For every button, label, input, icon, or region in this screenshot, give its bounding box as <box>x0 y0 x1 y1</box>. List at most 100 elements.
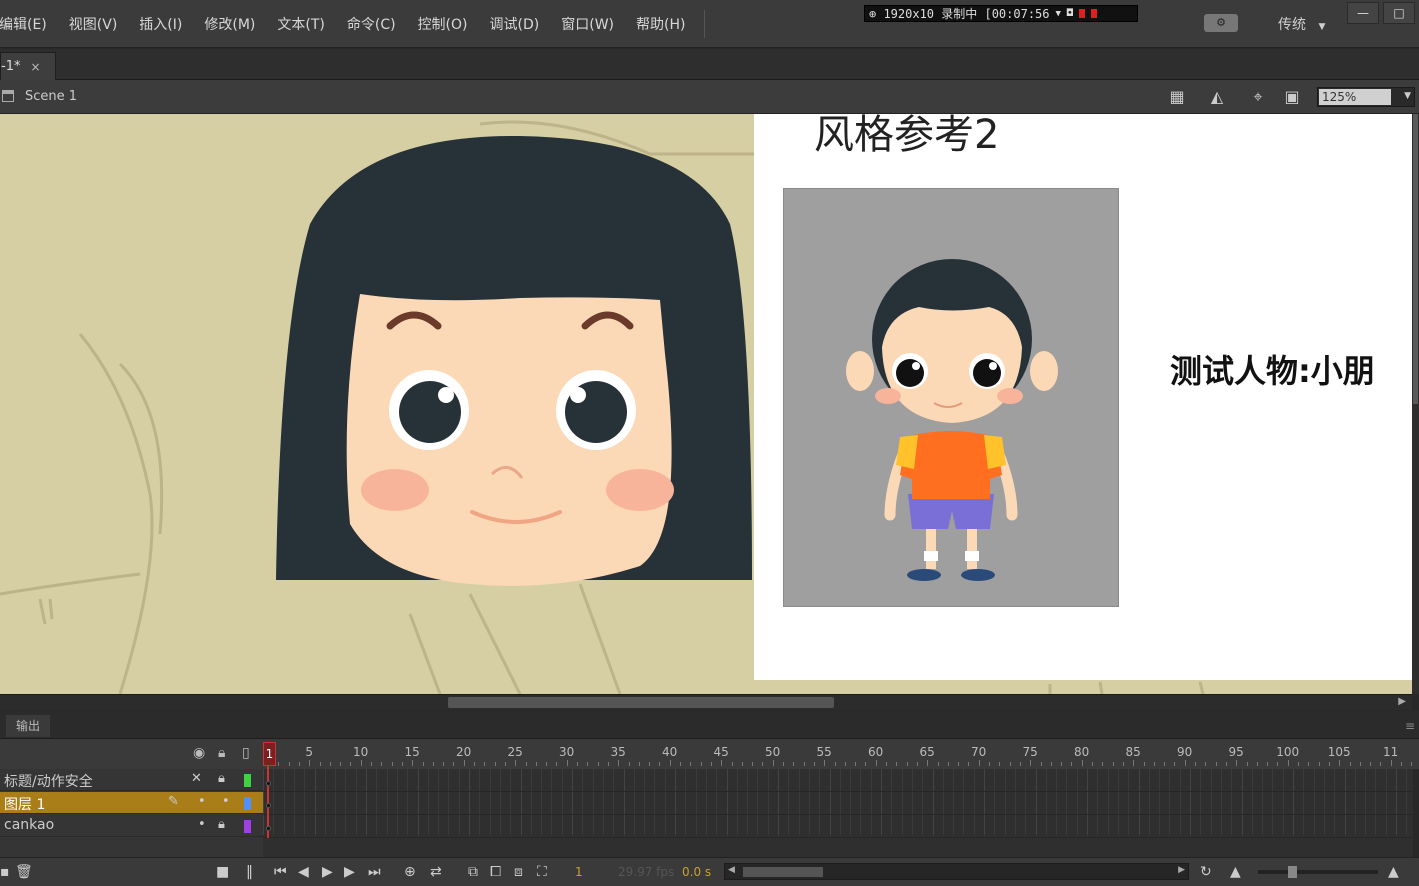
scroll-right-icon[interactable]: ▶ <box>1398 696 1406 707</box>
menu-view[interactable]: 视图(V) <box>58 14 129 34</box>
keyframe[interactable] <box>266 803 271 808</box>
menu-control[interactable]: 控制(O) <box>407 14 479 34</box>
frame-cell-divider <box>829 769 831 835</box>
zoom-in-mountain-icon[interactable]: ▲ <box>1388 864 1399 880</box>
outline-icon[interactable]: ▯ <box>242 745 250 761</box>
frame-cell-divider <box>551 769 553 835</box>
menu-text[interactable]: 文本(T) <box>266 14 335 34</box>
minimize-button[interactable]: — <box>1347 2 1379 24</box>
timeline-ruler[interactable]: 5 10 15 20 25 30 35 40 45 50 55 60 65 70 75 80 85 90 95 100… <box>263 739 1419 769</box>
timeline-frames[interactable] <box>263 769 1413 857</box>
menu-debug[interactable]: 调试(D) <box>479 14 551 34</box>
scrollbar-thumb[interactable] <box>743 867 823 877</box>
reference-panel[interactable]: 风格参考2 测试人物:小朋 <box>754 114 1412 680</box>
close-icon[interactable]: × <box>30 60 40 74</box>
chevron-down-icon[interactable]: ▼ <box>1404 91 1411 101</box>
go-to-first-frame-icon[interactable]: ⏮︎ <box>274 864 287 880</box>
timeline-horizontal-scrollbar[interactable]: ◀ ▶ <box>724 863 1189 880</box>
ruler-number: 25 <box>507 745 523 759</box>
ruler-tick <box>896 762 898 766</box>
menu-edit[interactable]: 编辑(E) <box>0 14 58 34</box>
stage-canvas[interactable]: 风格参考2 测试人物:小朋 <box>0 114 1412 694</box>
keyframe[interactable] <box>266 826 271 831</box>
frame-cell-divider <box>541 769 543 835</box>
step-back-icon[interactable]: ◀ <box>298 864 309 880</box>
menu-insert[interactable]: 插入(I) <box>128 14 193 34</box>
center-frame-icon[interactable]: ⊕ <box>404 864 416 880</box>
menu-commands[interactable]: 命令(C) <box>336 14 407 34</box>
edit-multiple-frames-icon[interactable]: ⧈ <box>514 864 523 880</box>
visibility-dot-icon[interactable]: • <box>198 817 206 832</box>
frame-cell-divider <box>1210 769 1212 835</box>
document-tab[interactable]: -1* × <box>0 52 56 80</box>
layer-color-swatch[interactable] <box>244 774 251 787</box>
play-icon[interactable]: ▶ <box>322 864 333 880</box>
lock-icon[interactable]: 🔒︎ <box>218 771 225 786</box>
timeline-zoom-slider[interactable] <box>1258 866 1378 878</box>
ruler-tick <box>783 762 784 766</box>
frame-rate[interactable]: 29.97 fps <box>618 865 674 879</box>
scene-name[interactable]: Scene 1 <box>25 89 77 104</box>
elapsed-time[interactable]: 0.0 s <box>682 865 711 879</box>
frame-cell-divider <box>922 769 924 835</box>
edit-symbols-icon[interactable]: ◭ <box>1208 88 1226 106</box>
stop-record-icon[interactable] <box>1090 9 1097 18</box>
layer-row-layer-1[interactable]: 图层 1 ✎ • • <box>0 792 263 814</box>
workspace-settings-button[interactable]: ⚙ <box>1204 14 1238 32</box>
frame-cell-divider <box>366 769 367 835</box>
hidden-x-icon[interactable]: ✕ <box>191 771 202 786</box>
camera-icon[interactable]: ◘ <box>1067 8 1073 19</box>
center-stage-icon[interactable]: ⌖ <box>1249 88 1267 106</box>
layer-row-title-safe[interactable]: 标题/动作安全 ✕ 🔒︎ <box>0 769 263 791</box>
trash-icon[interactable]: 🗑︎ <box>15 864 33 880</box>
step-forward-icon[interactable]: ▶ <box>344 864 355 880</box>
layer-color-swatch[interactable] <box>244 797 251 810</box>
stage-horizontal-scrollbar[interactable]: ▶ <box>0 694 1412 710</box>
lock-icon[interactable]: 🔒︎ <box>218 817 225 832</box>
scrollbar-thumb[interactable] <box>448 697 834 708</box>
screen-recorder-bar[interactable]: ⊕ 1920x10 录制中 [00:07:56 ▼ ◘ <box>864 5 1138 22</box>
maximize-icon: □ <box>1393 6 1405 20</box>
ruler-tick <box>855 762 857 766</box>
zoom-out-mountain-icon[interactable]: ▲ <box>1230 864 1241 880</box>
ruler-tick <box>978 760 980 766</box>
go-to-last-frame-icon[interactable]: ⏭︎ <box>368 864 381 880</box>
visibility-dot-icon[interactable]: • <box>198 794 206 809</box>
menu-window[interactable]: 窗口(W) <box>550 14 625 34</box>
onion-skin-icon[interactable]: ⧉ <box>468 864 478 880</box>
zoom-value[interactable]: 125% <box>1319 89 1391 105</box>
refresh-icon[interactable]: ↻ <box>1200 864 1212 880</box>
menu-modify[interactable]: 修改(M) <box>193 14 266 34</box>
slider-knob[interactable] <box>1288 866 1297 878</box>
frame-cell-divider <box>1138 769 1140 835</box>
scrollbar-thumb[interactable] <box>1413 114 1418 404</box>
lock-icon[interactable]: 🔒︎ <box>218 745 225 761</box>
layer-row-cankao[interactable]: cankao • 🔒︎ <box>0 815 263 837</box>
panel-menu-icon[interactable]: ≡ <box>1405 719 1415 733</box>
camera-icon[interactable]: ■ <box>216 864 229 880</box>
ruler-tick <box>577 762 578 766</box>
scroll-left-icon[interactable]: ◀ <box>728 865 735 875</box>
tab-output[interactable]: 输出 <box>6 715 51 737</box>
layer-color-swatch[interactable] <box>244 820 251 833</box>
modify-onion-markers-icon[interactable]: ⛶ <box>537 864 547 880</box>
pause-icon[interactable]: ‖ <box>246 864 253 880</box>
maximize-button[interactable]: □ <box>1383 2 1415 24</box>
lock-dot-icon[interactable]: • <box>222 794 230 809</box>
clip-content-icon[interactable]: ▣ <box>1283 88 1301 106</box>
new-folder-icon[interactable]: ▪ <box>0 864 10 880</box>
dropdown-icon[interactable]: ▼ <box>1056 9 1061 19</box>
playhead[interactable]: 1 <box>263 742 276 766</box>
onion-skin-outlines-icon[interactable]: ⧠ <box>490 864 501 880</box>
scroll-right-icon[interactable]: ▶ <box>1178 865 1185 875</box>
menu-help[interactable]: 帮助(H) <box>625 14 696 34</box>
edit-scene-icon[interactable]: ▦ <box>1168 88 1186 106</box>
keyframe[interactable] <box>266 781 271 786</box>
workspace-switcher[interactable]: 传统 ▼ <box>1278 14 1325 34</box>
stage-vertical-scrollbar[interactable] <box>1412 114 1419 694</box>
current-frame[interactable]: 1 <box>575 865 583 879</box>
eye-icon[interactable]: ◉ <box>193 745 205 761</box>
pause-record-icon[interactable] <box>1078 9 1085 18</box>
loop-icon[interactable]: ⇄ <box>430 864 442 880</box>
zoom-select[interactable]: 125% ▼ <box>1317 87 1415 107</box>
